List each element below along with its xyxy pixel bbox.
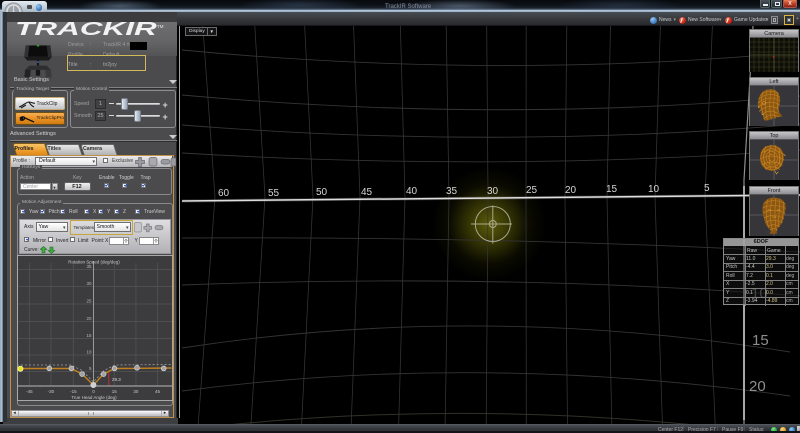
svg-text:20: 20 bbox=[86, 316, 92, 321]
svg-text:45: 45 bbox=[154, 389, 160, 394]
svg-text:35: 35 bbox=[86, 264, 92, 269]
svg-text:-45: -45 bbox=[26, 389, 33, 394]
svg-text:15: 15 bbox=[86, 333, 92, 338]
svg-text:30: 30 bbox=[86, 281, 92, 286]
svg-text:True Head Angle (deg): True Head Angle (deg) bbox=[71, 395, 117, 400]
svg-text:-30: -30 bbox=[47, 389, 54, 394]
svg-text:Rotation Speed (deg/deg): Rotation Speed (deg/deg) bbox=[68, 259, 120, 264]
svg-text:15: 15 bbox=[111, 389, 117, 394]
svg-text:25: 25 bbox=[86, 298, 92, 303]
svg-text:29.3: 29.3 bbox=[112, 377, 121, 382]
svg-text:10: 10 bbox=[86, 349, 92, 354]
svg-text:30: 30 bbox=[133, 389, 139, 394]
svg-text:-15: -15 bbox=[70, 389, 77, 394]
